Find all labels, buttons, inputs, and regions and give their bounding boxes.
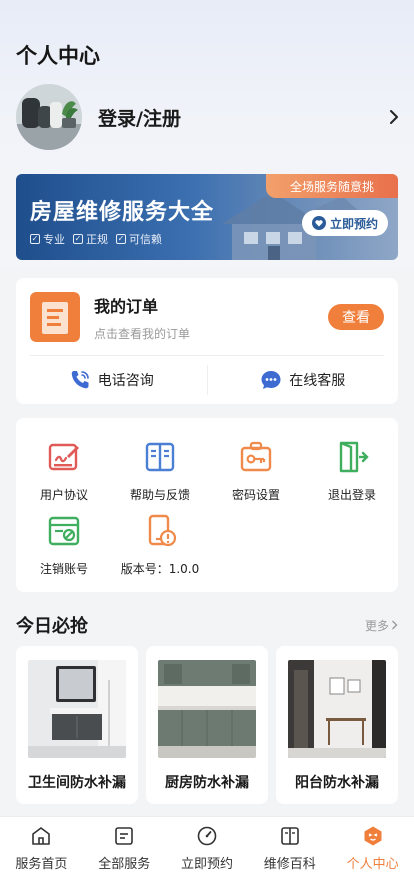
- tool-label: 注销账号: [39, 562, 88, 576]
- order-document-icon: [30, 292, 80, 342]
- delete-account-button[interactable]: 注销账号: [16, 514, 112, 578]
- phone-icon: [71, 371, 89, 389]
- book-icon: [280, 827, 299, 845]
- product-name: 卫生间防水补漏: [28, 775, 126, 791]
- product-card[interactable]: 厨房防水补漏: [146, 646, 268, 804]
- checkbox-icon: ✓: [30, 234, 40, 244]
- banner-tag: ✓ 专业: [30, 233, 65, 246]
- compass-clock-icon: [197, 826, 217, 846]
- profile-face-icon: [364, 826, 382, 846]
- avatar[interactable]: [16, 84, 82, 150]
- product-image: [288, 660, 386, 758]
- banner-title: 房屋维修服务大全: [30, 200, 215, 225]
- help-feedback-button[interactable]: 帮助与反馈: [112, 440, 208, 504]
- product-image: [28, 660, 126, 758]
- tab-profile[interactable]: 个人中心: [331, 817, 414, 896]
- key-case-icon: [240, 441, 272, 472]
- pen-agreement-icon: [48, 443, 79, 471]
- more-label: 更多: [364, 618, 389, 633]
- tab-label: 全部服务: [98, 857, 151, 872]
- tab-label: 个人中心: [346, 857, 399, 872]
- banner-tag: ✓ 可信赖: [116, 233, 162, 246]
- product-card[interactable]: 卫生间防水补漏: [16, 646, 138, 804]
- list-doc-icon: [115, 827, 133, 845]
- avatar-image: [16, 84, 82, 150]
- banner-ribbon: 全场服务随意挑: [266, 174, 398, 198]
- phone-consult-label: 电话咨询: [97, 373, 154, 389]
- banner-tags: ✓ 专业 ✓ 正规 ✓ 可信赖: [30, 231, 162, 247]
- tool-label: 帮助与反馈: [129, 488, 190, 502]
- banner-tag: ✓ 正规: [73, 233, 108, 246]
- today-section-header: 今日必抢 更多: [16, 612, 398, 638]
- tab-label: 维修百科: [263, 857, 316, 872]
- profile-login-row[interactable]: 登录/注册: [16, 84, 406, 150]
- product-name: 厨房防水补漏: [165, 775, 249, 791]
- tab-label: 服务首页: [15, 857, 68, 872]
- tool-label: 密码设置: [231, 488, 280, 502]
- tab-repair-wiki[interactable]: 维修百科: [248, 817, 331, 896]
- more-link[interactable]: 更多: [365, 617, 398, 634]
- tab-all-services[interactable]: 全部服务: [83, 817, 166, 896]
- view-orders-button[interactable]: 查看: [328, 304, 384, 330]
- product-image: [158, 660, 256, 758]
- book-now-label: 立即预约: [329, 216, 378, 231]
- orders-subtitle: 点击查看我的订单: [94, 326, 191, 341]
- heart-icon: [311, 216, 326, 230]
- online-service-button[interactable]: 在线客服: [208, 356, 399, 404]
- cancel-account-icon: [48, 516, 80, 546]
- product-name: 阳台防水补漏: [295, 775, 379, 791]
- tab-book-now[interactable]: 立即预约: [166, 817, 249, 896]
- chat-bubble-icon: [261, 371, 281, 389]
- logout-button[interactable]: 退出登录: [304, 440, 400, 504]
- orders-card: 我的订单 点击查看我的订单 查看 电话咨询 在线客服: [16, 278, 398, 404]
- my-orders-row[interactable]: 我的订单 点击查看我的订单 查看: [30, 292, 384, 342]
- section-title: 今日必抢: [16, 616, 88, 637]
- book-help-icon: [145, 442, 175, 472]
- tab-label: 立即预约: [180, 857, 233, 872]
- tools-card: 用户协议 帮助与反馈 密码设置 退出登录 注销账号 版本号：1.0.0: [16, 418, 398, 592]
- version-info[interactable]: 版本号：1.0.0: [112, 514, 208, 578]
- orders-title: 我的订单: [94, 296, 159, 316]
- checkbox-icon: ✓: [116, 234, 126, 244]
- online-service-label: 在线客服: [289, 373, 346, 389]
- login-register-label[interactable]: 登录/注册: [98, 104, 382, 131]
- promo-banner[interactable]: 房屋维修服务大全 ✓ 专业 ✓ 正规 ✓ 可信赖 全场服务随意挑 立即预约: [16, 174, 398, 260]
- tool-label: 退出登录: [327, 488, 376, 502]
- phone-consult-button[interactable]: 电话咨询: [16, 356, 207, 404]
- user-agreement-button[interactable]: 用户协议: [16, 440, 112, 504]
- password-settings-button[interactable]: 密码设置: [208, 440, 304, 504]
- chevron-right-icon: [392, 620, 398, 630]
- tab-home[interactable]: 服务首页: [0, 817, 83, 896]
- tool-label: 用户协议: [39, 488, 88, 502]
- home-icon: [32, 827, 51, 845]
- bottom-tab-bar: 服务首页 全部服务 立即预约 维修百科 个人中心: [0, 816, 414, 896]
- tool-label: 版本号：1.0.0: [120, 562, 200, 576]
- product-card[interactable]: 阳台防水补漏: [276, 646, 398, 804]
- phone-version-icon: [148, 514, 177, 547]
- exit-door-icon: [339, 441, 369, 473]
- book-now-button[interactable]: 立即预约: [302, 210, 388, 236]
- page-title: 个人中心: [16, 44, 100, 68]
- checkbox-icon: ✓: [73, 234, 83, 244]
- chevron-right-icon[interactable]: [382, 105, 406, 129]
